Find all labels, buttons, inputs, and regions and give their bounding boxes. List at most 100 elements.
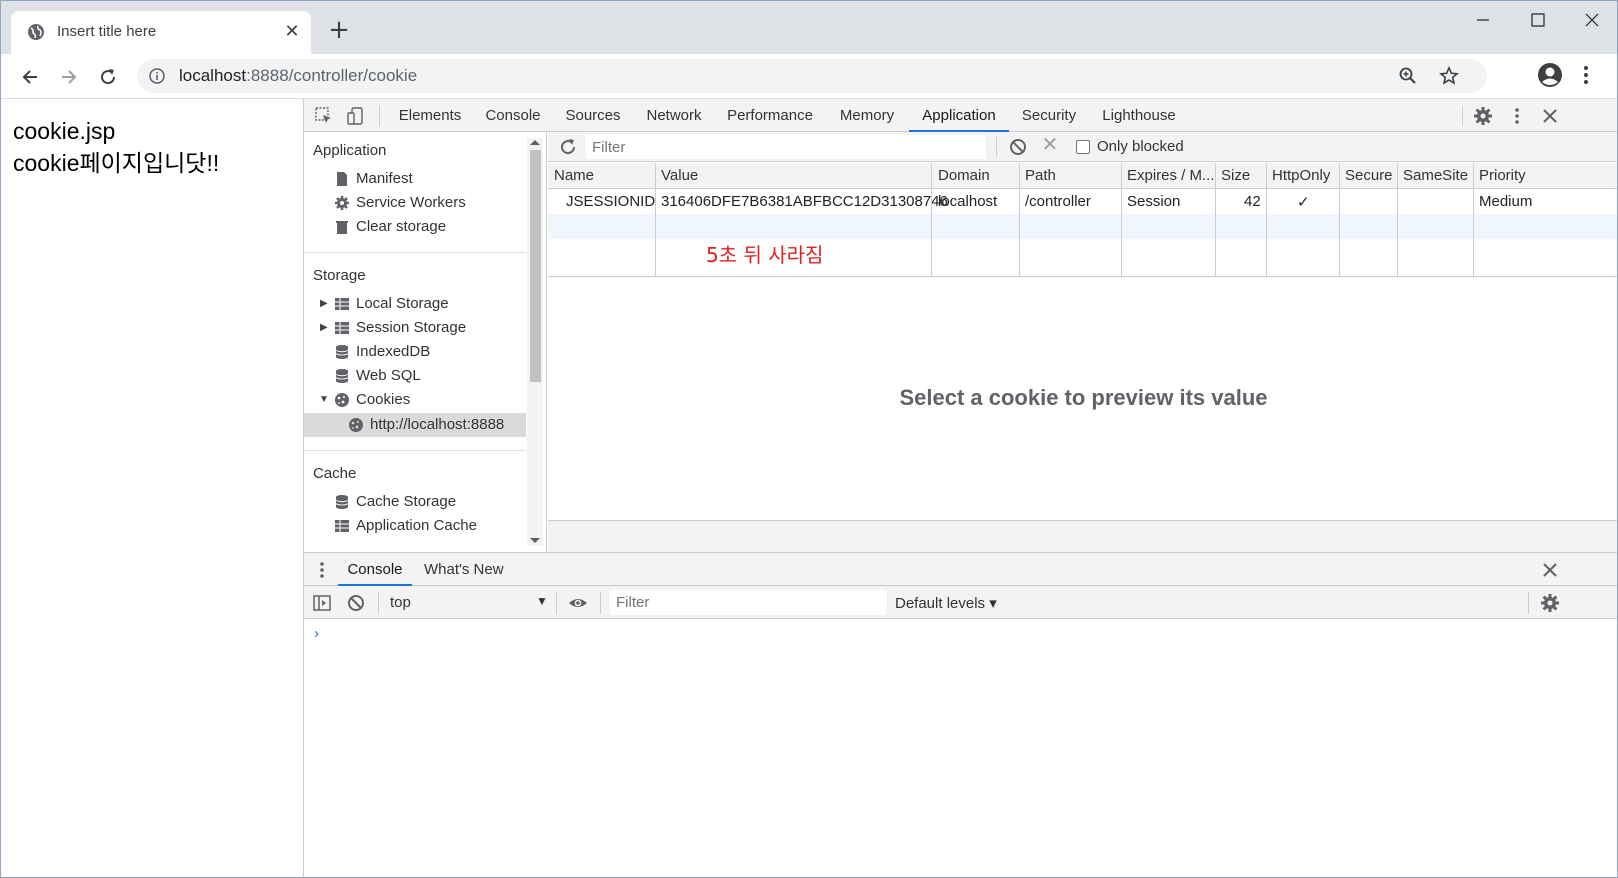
tab-memory[interactable]: Memory bbox=[832, 99, 902, 132]
table-row[interactable]: JSESSIONID 316406DFE7B6381ABFBCC12D31308… bbox=[548, 189, 1617, 214]
sidebar-item-web-sql[interactable]: Web SQL bbox=[304, 364, 526, 388]
sidebar-item-label: http://localhost:8888 bbox=[370, 416, 505, 433]
toolbar-divider bbox=[1462, 106, 1463, 126]
expand-triangle-icon[interactable]: ▶ bbox=[320, 292, 328, 316]
sidebar-item-manifest[interactable]: Manifest bbox=[304, 167, 526, 191]
eye-icon[interactable] bbox=[568, 593, 588, 613]
log-levels-dropdown[interactable]: Default levels ▾ bbox=[895, 594, 997, 612]
dropdown-arrow-icon[interactable]: ▼ bbox=[536, 594, 548, 608]
device-toolbar-icon[interactable] bbox=[346, 106, 366, 126]
database-icon bbox=[335, 369, 349, 383]
sidebar-item-session-storage[interactable]: ▶ Session Storage bbox=[304, 316, 526, 340]
column-header-priority[interactable]: Priority bbox=[1479, 167, 1526, 184]
cookie-filter-input[interactable] bbox=[586, 135, 986, 159]
close-window-button[interactable] bbox=[1567, 9, 1617, 33]
cookie-domain: localhost bbox=[938, 193, 998, 210]
console-toolbar: top ▼ Default levels ▾ bbox=[304, 586, 1617, 619]
clear-console-icon[interactable] bbox=[346, 593, 366, 613]
delete-selected-icon[interactable]: ✕ bbox=[1040, 135, 1060, 155]
close-tab-icon[interactable]: ✕ bbox=[283, 23, 301, 41]
column-header-secure[interactable]: Secure bbox=[1345, 167, 1393, 184]
reload-button[interactable] bbox=[95, 64, 121, 90]
scroll-down-arrow-icon[interactable] bbox=[530, 538, 540, 543]
sidebar-item-cookie-origin[interactable]: http://localhost:8888 bbox=[304, 413, 526, 437]
toolbar-divider bbox=[600, 592, 601, 614]
column-header-value[interactable]: Value bbox=[661, 167, 698, 184]
close-drawer-icon[interactable] bbox=[1540, 560, 1560, 580]
sidebar-item-label: Web SQL bbox=[356, 367, 421, 384]
browser-window: Insert title here ✕ + localhost:8888/con… bbox=[0, 0, 1618, 878]
clear-all-icon[interactable] bbox=[1008, 137, 1028, 157]
column-header-path[interactable]: Path bbox=[1025, 167, 1056, 184]
tab-elements[interactable]: Elements bbox=[394, 99, 466, 132]
console-settings-gear-icon[interactable] bbox=[1540, 593, 1560, 613]
star-icon[interactable] bbox=[1439, 66, 1459, 86]
sidebar-item-service-workers[interactable]: Service Workers bbox=[304, 191, 526, 215]
section-application: Application bbox=[313, 142, 387, 159]
sidebar-item-indexeddb[interactable]: IndexedDB bbox=[304, 340, 526, 364]
sidebar-item-label: Session Storage bbox=[356, 319, 467, 336]
only-blocked-checkbox[interactable] bbox=[1076, 140, 1090, 154]
forward-button[interactable] bbox=[56, 64, 82, 90]
column-header-samesite[interactable]: SameSite bbox=[1403, 167, 1468, 184]
inspect-element-icon[interactable] bbox=[314, 106, 334, 126]
profile-avatar-icon[interactable] bbox=[1537, 62, 1563, 88]
back-button[interactable] bbox=[17, 64, 43, 90]
column-header-name[interactable]: Name bbox=[554, 167, 594, 184]
column-header-domain[interactable]: Domain bbox=[938, 167, 990, 184]
sidebar-item-cookies[interactable]: ▼ Cookies bbox=[304, 388, 526, 412]
tab-network[interactable]: Network bbox=[640, 99, 708, 132]
scroll-up-arrow-icon[interactable] bbox=[530, 140, 540, 145]
minimize-button[interactable] bbox=[1458, 9, 1508, 33]
drawer-menu-icon[interactable] bbox=[314, 560, 330, 580]
column-divider bbox=[1397, 163, 1398, 276]
info-icon[interactable] bbox=[149, 68, 165, 84]
url-text[interactable]: localhost:8888/controller/cookie bbox=[179, 66, 417, 86]
sidebar-toggle-icon[interactable] bbox=[312, 593, 332, 613]
column-header-size[interactable]: Size bbox=[1221, 167, 1250, 184]
column-header-httponly[interactable]: HttpOnly bbox=[1272, 167, 1330, 184]
tab-application[interactable]: Application bbox=[909, 99, 1009, 132]
table-grid-icon bbox=[335, 520, 349, 532]
expand-triangle-icon[interactable]: ▶ bbox=[320, 316, 328, 340]
address-bar[interactable]: localhost:8888/controller/cookie bbox=[137, 59, 1487, 93]
browser-tab[interactable]: Insert title here ✕ bbox=[11, 11, 311, 54]
console-filter-input[interactable] bbox=[610, 590, 886, 615]
scrollbar-thumb[interactable] bbox=[530, 150, 541, 382]
sidebar-scrollbar[interactable] bbox=[527, 138, 543, 546]
close-devtools-icon[interactable] bbox=[1540, 106, 1560, 126]
tab-console[interactable]: Console bbox=[480, 99, 546, 132]
preview-placeholder-text: Select a cookie to preview its value bbox=[899, 385, 1268, 410]
column-divider bbox=[1473, 163, 1474, 276]
more-menu-icon[interactable] bbox=[1581, 64, 1591, 86]
new-tab-button[interactable]: + bbox=[328, 17, 350, 43]
devtools-more-icon[interactable] bbox=[1507, 106, 1527, 126]
column-divider bbox=[1266, 163, 1267, 276]
maximize-button[interactable] bbox=[1513, 9, 1563, 33]
cookie-icon bbox=[335, 393, 349, 407]
tab-performance[interactable]: Performance bbox=[722, 99, 818, 132]
settings-gear-icon[interactable] bbox=[1473, 106, 1493, 126]
sidebar-item-application-cache[interactable]: Application Cache bbox=[304, 514, 526, 538]
column-divider bbox=[931, 163, 932, 276]
cookie-value: 316406DFE7B6381ABFBCC12D31308746 bbox=[661, 193, 948, 210]
refresh-icon[interactable] bbox=[558, 137, 578, 157]
console-prompt-icon[interactable]: › bbox=[314, 625, 319, 642]
table-grid-icon bbox=[335, 322, 349, 334]
tab-sources[interactable]: Sources bbox=[560, 99, 626, 132]
zoom-icon[interactable] bbox=[1399, 67, 1417, 85]
toolbar-divider bbox=[378, 592, 379, 614]
execution-context-select[interactable]: top bbox=[390, 594, 411, 611]
sidebar-item-local-storage[interactable]: ▶ Local Storage bbox=[304, 292, 526, 316]
column-header-expires[interactable]: Expires / M... bbox=[1127, 167, 1215, 184]
tab-security[interactable]: Security bbox=[1016, 99, 1082, 132]
drawer-tab-console[interactable]: Console bbox=[338, 553, 412, 586]
cookie-expires: Session bbox=[1127, 193, 1181, 210]
toolbar-divider bbox=[996, 137, 997, 157]
sidebar-item-cache-storage[interactable]: Cache Storage bbox=[304, 490, 526, 514]
collapse-triangle-icon[interactable]: ▼ bbox=[319, 388, 329, 412]
tab-lighthouse[interactable]: Lighthouse bbox=[1096, 99, 1182, 132]
gear-icon bbox=[335, 196, 349, 210]
sidebar-item-clear-storage[interactable]: Clear storage bbox=[304, 215, 526, 239]
drawer-tab-whats-new[interactable]: What's New bbox=[424, 553, 504, 586]
